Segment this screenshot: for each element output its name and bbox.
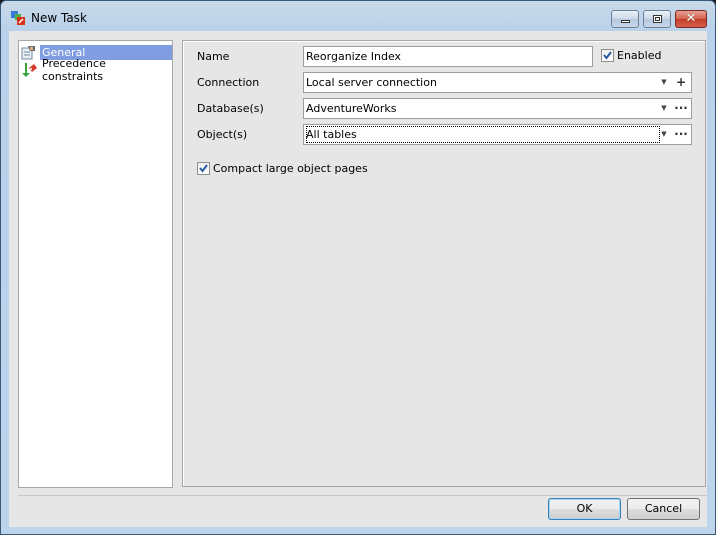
title-bar[interactable]: New Task ✕ xyxy=(1,1,715,31)
connection-value: Local server connection xyxy=(306,76,437,89)
name-input[interactable]: Reorganize Index xyxy=(303,46,593,67)
name-label: Name xyxy=(197,50,230,63)
nav-item-label: Precedence constraints xyxy=(42,57,106,83)
browse-databases-button[interactable]: ··· xyxy=(673,99,689,118)
objects-select[interactable]: All tables ▼ ··· xyxy=(303,124,692,145)
minimize-icon xyxy=(621,20,630,23)
add-connection-button[interactable]: + xyxy=(673,73,689,92)
general-settings-panel: Name Reorganize Index Enabled Connection… xyxy=(182,40,706,487)
close-button[interactable]: ✕ xyxy=(675,10,707,28)
ok-button[interactable]: OK xyxy=(548,498,621,520)
minimize-button[interactable] xyxy=(611,10,639,28)
enabled-label: Enabled xyxy=(617,49,662,62)
general-page-icon xyxy=(21,46,35,60)
compact-lob-label: Compact large object pages xyxy=(213,162,368,175)
chevron-down-icon[interactable]: ▼ xyxy=(657,73,671,92)
page-navigation-list: General Precedence constraints xyxy=(18,40,173,488)
close-icon: ✕ xyxy=(685,11,697,26)
new-task-window: New Task ✕ General Precedence constraint… xyxy=(0,0,716,535)
databases-select[interactable]: AdventureWorks ▼ ··· xyxy=(303,98,692,119)
nav-item-precedence-constraints[interactable]: Precedence constraints xyxy=(20,57,172,83)
databases-value: AdventureWorks xyxy=(306,102,397,115)
maximize-button[interactable] xyxy=(643,10,671,28)
compact-lob-checkbox[interactable] xyxy=(197,162,210,175)
browse-objects-button[interactable]: ··· xyxy=(673,125,689,144)
connection-label: Connection xyxy=(197,76,260,89)
enabled-checkbox[interactable] xyxy=(601,49,614,62)
checkmark-icon xyxy=(603,51,612,60)
cancel-button[interactable]: Cancel xyxy=(627,498,700,520)
precedence-constraints-icon xyxy=(22,63,37,77)
chevron-down-icon[interactable]: ▼ xyxy=(657,125,671,144)
databases-label: Database(s) xyxy=(197,102,264,115)
task-app-icon xyxy=(11,11,25,25)
connection-select[interactable]: Local server connection ▼ + xyxy=(303,72,692,93)
dialog-client-area: General Precedence constraints Name Reor… xyxy=(9,31,707,527)
objects-value: All tables xyxy=(306,126,660,143)
chevron-down-icon[interactable]: ▼ xyxy=(657,99,671,118)
maximize-icon xyxy=(653,15,662,23)
checkmark-icon xyxy=(199,164,208,173)
window-title: New Task xyxy=(31,11,87,25)
objects-label: Object(s) xyxy=(197,128,248,141)
